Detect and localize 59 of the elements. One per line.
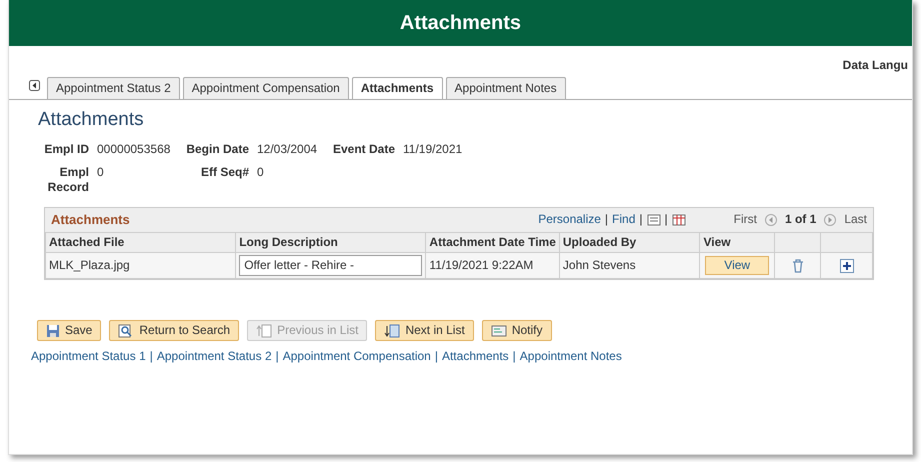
field-label: Empl ID xyxy=(43,142,89,157)
toolbar-button[interactable]: Save xyxy=(37,320,102,341)
page-link[interactable]: Appointment Compensation xyxy=(282,349,431,363)
column-header: View xyxy=(700,232,774,252)
table-cell: MLK_Plaza.jpg xyxy=(46,252,236,278)
view-all-icon[interactable] xyxy=(646,214,661,226)
find-link[interactable]: Find xyxy=(612,212,636,228)
page-link[interactable]: Appointment Status 2 xyxy=(156,349,272,363)
column-header: Attachment Date Time xyxy=(426,232,560,252)
next-icon[interactable] xyxy=(824,214,836,226)
save-icon xyxy=(46,324,60,338)
delete-icon[interactable] xyxy=(792,258,804,273)
field-label: Begin Date xyxy=(185,142,249,157)
toolbar-button[interactable]: Return to Search xyxy=(109,320,240,341)
page-count: 1 of 1 xyxy=(784,212,816,228)
separator: | xyxy=(639,212,643,228)
toolbar-button[interactable]: Next in List xyxy=(375,320,474,341)
field-value: 00000053568 xyxy=(97,142,172,157)
column-header: Uploaded By xyxy=(559,232,700,252)
previous-icon[interactable] xyxy=(764,214,777,226)
separator: | xyxy=(276,349,279,363)
table-cell: 11/19/2021 9:22AM xyxy=(426,252,560,278)
down-arrow-document-icon xyxy=(384,324,400,338)
table-cell: John Stevens xyxy=(559,252,700,278)
tab[interactable]: Attachments xyxy=(352,77,443,99)
tab[interactable]: Appointment Status 2 xyxy=(47,77,180,99)
field-label: Event Date xyxy=(332,142,395,157)
notify-icon xyxy=(490,324,507,338)
page-title: Attachments xyxy=(37,108,145,132)
page-header: Attachments xyxy=(9,0,912,46)
separator: | xyxy=(150,349,153,363)
page-link[interactable]: Appointment Notes xyxy=(520,349,622,363)
data-language-label[interactable]: Data Langu xyxy=(842,58,908,72)
spreadsheet-icon[interactable] xyxy=(672,214,686,226)
description-field[interactable]: Offer letter - Rehire - xyxy=(239,255,422,276)
up-arrow-document-icon xyxy=(256,324,272,338)
search-icon xyxy=(118,324,134,338)
view-button[interactable]: View xyxy=(705,256,770,275)
field-label: Empl Record xyxy=(46,164,89,195)
separator: | xyxy=(604,212,608,228)
personalize-link[interactable]: Personalize xyxy=(538,212,601,228)
grid-title: Attachments xyxy=(51,212,130,228)
tab[interactable]: Appointment Notes xyxy=(446,77,566,99)
toolbar-button[interactable]: Notify xyxy=(482,320,552,341)
field-value: 0 xyxy=(257,164,265,180)
scroll-left-icon[interactable] xyxy=(29,80,40,91)
field-value: 11/19/2021 xyxy=(403,142,464,157)
page-link[interactable]: Appointment Status 1 xyxy=(31,349,146,363)
field-value: 12/03/2004 xyxy=(257,142,318,157)
column-header: Long Description xyxy=(236,232,426,252)
column-header: Attached File xyxy=(46,232,236,252)
page-link[interactable]: Attachments xyxy=(442,349,509,363)
tab[interactable]: Appointment Compensation xyxy=(182,77,349,99)
separator: | xyxy=(664,212,668,228)
separator: | xyxy=(434,349,438,363)
add-row-icon[interactable] xyxy=(840,258,854,273)
field-label: Eff Seq# xyxy=(200,164,249,180)
separator: | xyxy=(512,349,516,363)
field-value: 0 xyxy=(97,164,105,180)
